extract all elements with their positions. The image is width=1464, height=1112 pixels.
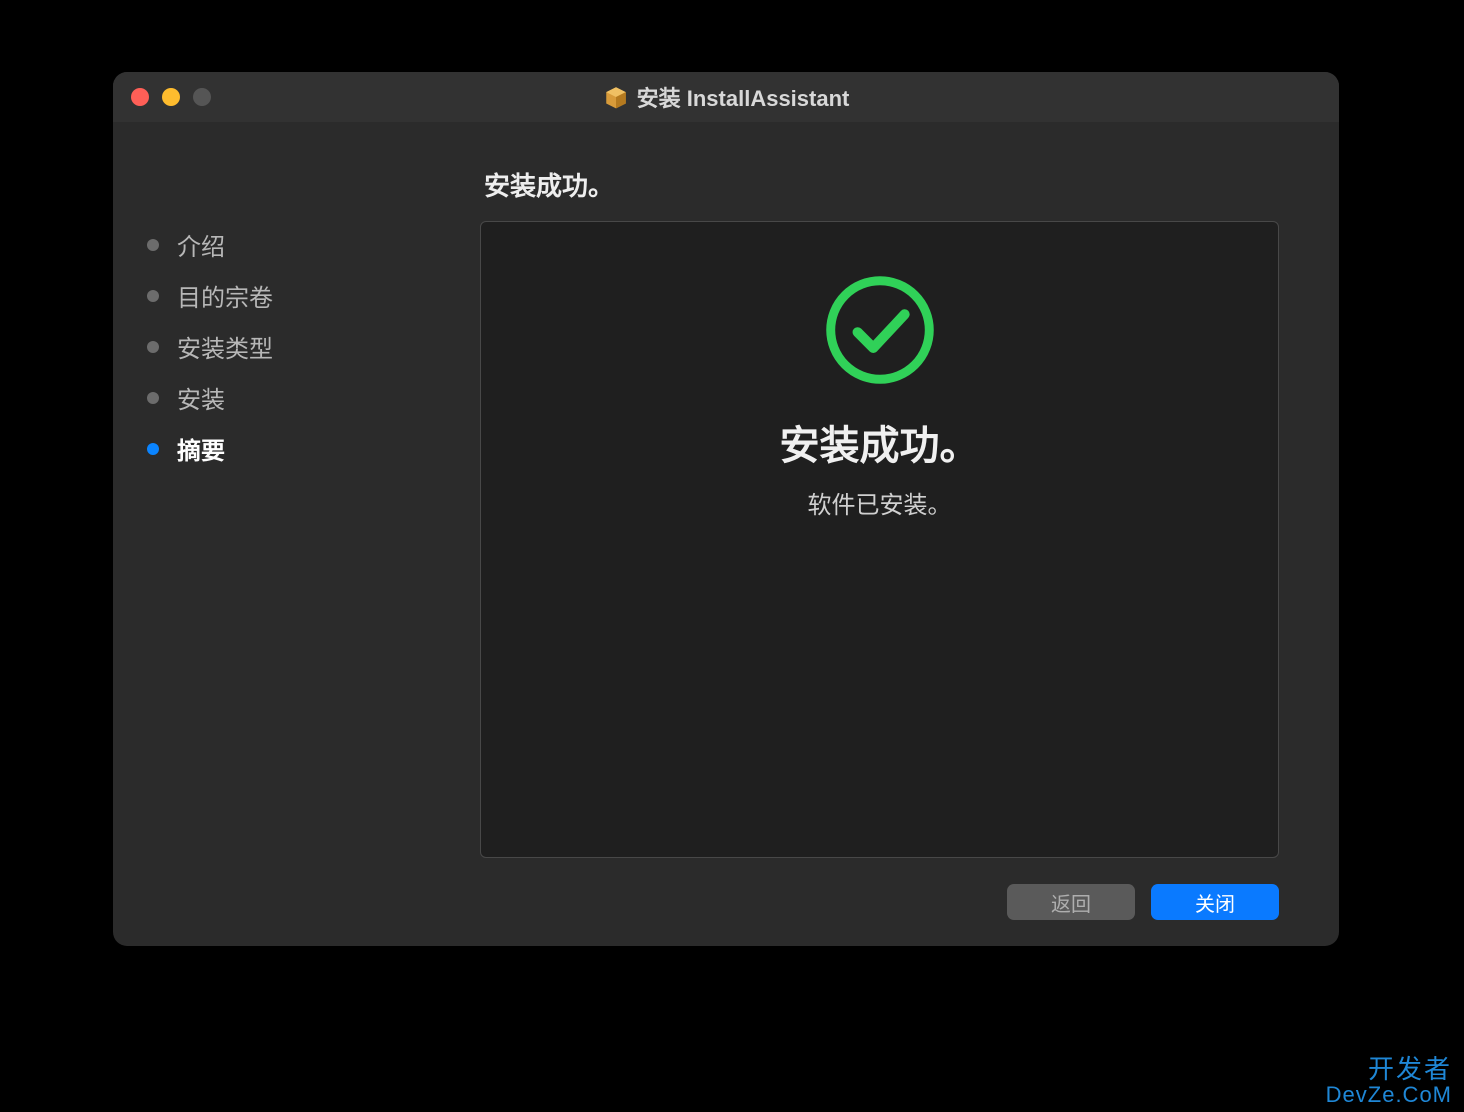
step-label: 安装 bbox=[177, 380, 225, 415]
close-button[interactable]: 关闭 bbox=[1151, 884, 1279, 920]
zoom-window-button[interactable] bbox=[193, 88, 211, 106]
step-label: 目的宗卷 bbox=[177, 278, 273, 313]
success-check-icon bbox=[824, 274, 936, 391]
window-title: 安装 InstallAssistant bbox=[603, 81, 850, 113]
step-dot bbox=[147, 392, 159, 404]
footer: 返回 关闭 bbox=[113, 858, 1339, 946]
success-subtitle: 软件已安装。 bbox=[808, 485, 952, 520]
step-dot bbox=[147, 239, 159, 251]
step-label: 介绍 bbox=[177, 227, 225, 262]
step-introduction: 介绍 bbox=[147, 227, 458, 262]
close-window-button[interactable] bbox=[131, 88, 149, 106]
result-panel: 安装成功。 软件已安装。 bbox=[480, 221, 1279, 858]
panel-heading: 安装成功。 bbox=[484, 166, 1279, 203]
step-installation: 安装 bbox=[147, 380, 458, 415]
success-title: 安装成功。 bbox=[780, 413, 980, 471]
traffic-lights bbox=[131, 88, 211, 106]
step-dot bbox=[147, 290, 159, 302]
step-dot bbox=[147, 341, 159, 353]
window-title-text: 安装 InstallAssistant bbox=[637, 81, 850, 113]
titlebar: 安装 InstallAssistant bbox=[113, 72, 1339, 122]
step-installation-type: 安装类型 bbox=[147, 329, 458, 364]
window-body: 介绍 目的宗卷 安装类型 安装 摘要 bbox=[113, 122, 1339, 946]
step-summary: 摘要 bbox=[147, 431, 458, 466]
step-label: 安装类型 bbox=[177, 329, 273, 364]
main-panel: 安装成功。 安装成功。 软件已安装。 bbox=[458, 122, 1339, 858]
watermark: 开发者 DevZe.CoM bbox=[1326, 1056, 1452, 1106]
step-dot bbox=[147, 443, 159, 455]
steps-sidebar: 介绍 目的宗卷 安装类型 安装 摘要 bbox=[113, 122, 458, 858]
package-icon bbox=[603, 84, 629, 110]
installer-window: 安装 InstallAssistant 介绍 目的宗卷 安装类型 bbox=[113, 72, 1339, 946]
watermark-line1: 开发者 bbox=[1326, 1056, 1452, 1083]
step-label: 摘要 bbox=[177, 431, 225, 466]
minimize-window-button[interactable] bbox=[162, 88, 180, 106]
content-row: 介绍 目的宗卷 安装类型 安装 摘要 bbox=[113, 122, 1339, 858]
watermark-line2: DevZe.CoM bbox=[1326, 1083, 1452, 1106]
back-button[interactable]: 返回 bbox=[1007, 884, 1135, 920]
step-destination: 目的宗卷 bbox=[147, 278, 458, 313]
